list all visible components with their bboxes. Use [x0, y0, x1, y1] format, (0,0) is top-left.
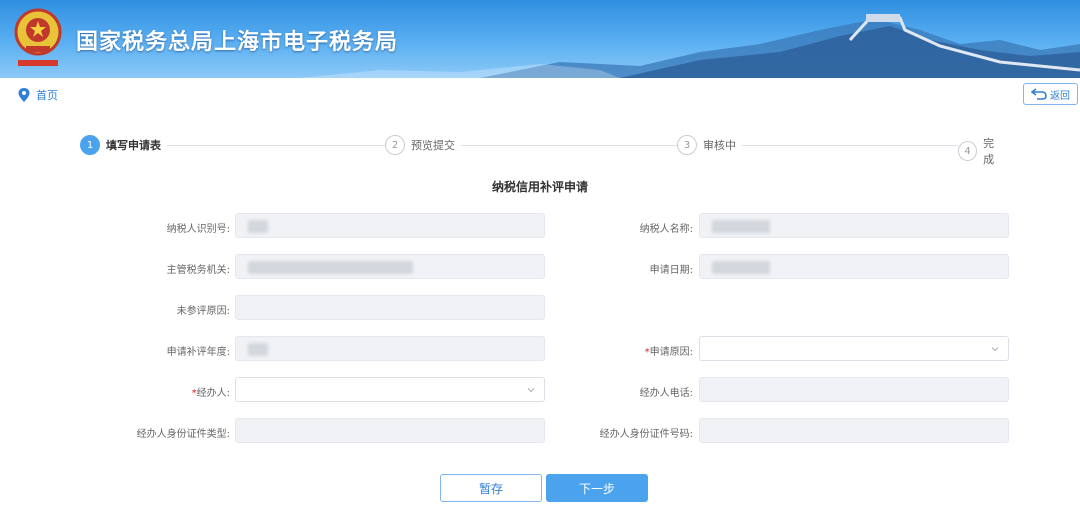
form-title: 纳税信用补评申请 [491, 180, 588, 194]
apply-reason-label: *申请原因: [553, 343, 693, 358]
redacted-value [248, 220, 268, 233]
step-2-number: 2 [385, 135, 405, 155]
not-rated-reason-label: 未参评原因: [176, 306, 230, 317]
redacted-value [712, 220, 770, 233]
return-arrow-icon [1031, 88, 1047, 100]
taxpayer-id-label: 纳税人识别号: [166, 224, 230, 235]
chevron-down-icon [991, 347, 999, 352]
apply-year-field [235, 336, 545, 361]
handler-id-type-field [235, 418, 545, 443]
location-pin-icon [18, 88, 30, 102]
step-4-label: 完成 [983, 137, 995, 166]
apply-reason-label-text: 申请原因: [649, 347, 693, 358]
redacted-value [712, 261, 770, 274]
taxpayer-name-label: 纳税人名称: [639, 224, 693, 235]
breadcrumb-home-link[interactable]: 首页 [36, 87, 58, 103]
not-rated-reason-field [235, 295, 545, 320]
breadcrumb: 首页 [18, 87, 58, 103]
handler-phone-field [699, 377, 1009, 402]
step-3-label: 审核中 [703, 139, 736, 152]
apply-date-field [699, 254, 1009, 279]
step-3: 3 审核中 [677, 135, 742, 155]
back-button-label: 返回 [1050, 90, 1070, 102]
handler-id-number-label: 经办人身份证件号码: [599, 429, 693, 440]
site-title: 国家税务总局上海市电子税务局 [76, 30, 399, 55]
apply-reason-select[interactable] [699, 336, 1009, 361]
chevron-down-icon [527, 388, 535, 393]
handler-select[interactable] [235, 377, 545, 402]
save-draft-button[interactable]: 暂存 [440, 474, 542, 502]
step-1: 1 填写申请表 [80, 135, 167, 155]
handler-label-text: 经办人: [196, 388, 230, 399]
handler-id-number-field [699, 418, 1009, 443]
taxpayer-id-field [235, 213, 545, 238]
steps-connector-line [100, 145, 1010, 146]
back-button[interactable]: 返回 [1023, 83, 1078, 105]
header-banner: 国家税务总局上海市电子税务局 [0, 0, 1080, 78]
step-3-number: 3 [677, 135, 697, 155]
handler-phone-label: 经办人电话: [639, 388, 693, 399]
step-1-label: 填写申请表 [106, 139, 161, 152]
step-2: 2 预览提交 [385, 135, 461, 155]
step-2-label: 预览提交 [411, 139, 455, 152]
apply-year-label: 申请补评年度: [166, 347, 230, 358]
redacted-value [248, 343, 268, 356]
tax-authority-field [235, 254, 545, 279]
apply-date-label: 申请日期: [649, 265, 693, 276]
next-step-button[interactable]: 下一步 [546, 474, 648, 502]
step-1-number: 1 [80, 135, 100, 155]
tax-emblem-icon [14, 8, 62, 66]
handler-id-type-label: 经办人身份证件类型: [136, 429, 230, 440]
taxpayer-name-field [699, 213, 1009, 238]
handler-label: *经办人: [90, 384, 230, 399]
step-4-number: 4 [958, 141, 978, 161]
step-4: 4 完成 [958, 135, 1010, 167]
tax-authority-label: 主管税务机关: [166, 265, 230, 276]
redacted-value [248, 261, 413, 274]
progress-steps: 1 填写申请表 2 预览提交 3 审核中 4 完成 [80, 135, 1010, 167]
